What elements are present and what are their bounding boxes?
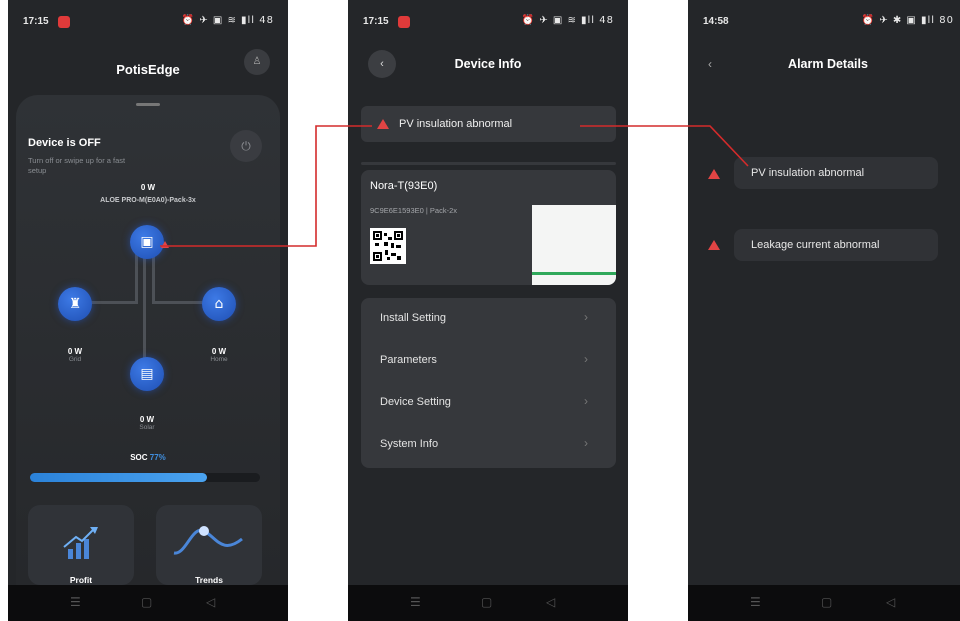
alarm-item-text: Leakage current abnormal: [751, 239, 880, 251]
trends-card-label: Trends: [195, 575, 223, 585]
menu-item-system-info[interactable]: System Info ›: [361, 424, 616, 466]
app-notification-icon: [58, 16, 70, 28]
device-info-screen: 17:15 ⏰ ✈ ▣ ≋ ▮ll 48 ‹ Device Info PV in…: [348, 0, 628, 621]
home-label: Home: [210, 356, 228, 363]
home-screen: 17:15 ⏰ ✈ ▣ ≋ ▮ll 48 PotisEdge ♙ Device …: [8, 0, 288, 621]
status-icons: ⏰ ✈ ▣ ≋ ▮ll 48: [521, 15, 614, 26]
flow-line-vertical: [143, 253, 146, 373]
qr-code-icon: [370, 228, 406, 264]
warning-icon: [161, 241, 169, 248]
warning-icon: [377, 119, 389, 129]
soc-bar: [30, 473, 260, 482]
chevron-right-icon: ›: [584, 436, 588, 450]
flow-line-left: [135, 253, 138, 303]
menu-nav-icon[interactable]: ☰: [410, 595, 421, 609]
alarm-item[interactable]: Leakage current abnormal: [734, 229, 938, 261]
menu-item-label: Device Setting: [380, 396, 451, 408]
home-value: 0 W: [211, 347, 227, 356]
home-nav-icon[interactable]: ▢: [821, 595, 832, 609]
system-nav-bar: ☰ ▢ ◁: [348, 585, 628, 621]
alarm-details-screen: 14:58 ⏰ ✈ ✱ ▣ ▮ll 80 ‹ Alarm Details PV …: [688, 0, 960, 621]
flow-line-home: [152, 301, 204, 304]
divider: [361, 162, 616, 165]
back-nav-icon[interactable]: ◁: [886, 595, 895, 609]
menu-item-install-setting[interactable]: Install Setting ›: [361, 298, 616, 340]
home-icon[interactable]: ⌂: [202, 287, 236, 321]
grid-stat: 0 W Grid: [50, 347, 100, 363]
device-sheet[interactable]: Device is OFF Turn off or swipe up for a…: [16, 95, 280, 585]
menu-item-label: Install Setting: [380, 312, 447, 324]
soc-bar-fill: [30, 473, 208, 482]
grid-value: 0 W: [67, 347, 83, 356]
power-icon[interactable]: ⏻: [230, 130, 262, 162]
page-title: Device Info: [454, 57, 522, 71]
alarm-banner-text: PV insulation abnormal: [399, 118, 513, 130]
soc-value: 77%: [149, 453, 166, 462]
solar-value: 0 W: [139, 415, 155, 424]
home-nav-icon[interactable]: ▢: [481, 595, 492, 609]
alarm-item-text: PV insulation abnormal: [751, 167, 865, 179]
settings-menu: Install Setting › Parameters › Device Se…: [361, 298, 616, 468]
flow-line-grid: [86, 301, 138, 304]
status-bar: 14:58 ⏰ ✈ ✱ ▣ ▮ll 80: [688, 12, 960, 32]
chevron-right-icon: ›: [584, 310, 588, 324]
menu-item-device-setting[interactable]: Device Setting ›: [361, 382, 616, 424]
profit-card[interactable]: Profit: [28, 505, 134, 585]
status-bar: 17:15 ⏰ ✈ ▣ ≋ ▮ll 48: [348, 12, 628, 32]
grid-label: Grid: [68, 356, 82, 363]
menu-nav-icon[interactable]: ☰: [70, 595, 81, 609]
device-name: Nora-T(93E0): [370, 180, 438, 192]
page-title: Alarm Details: [788, 57, 868, 71]
back-nav-icon[interactable]: ◁: [546, 595, 555, 609]
sheet-handle[interactable]: [136, 103, 160, 106]
status-time: 17:15: [23, 16, 49, 27]
device-hint: Turn off or swipe up for a fast setup: [28, 156, 126, 175]
solar-label: Solar: [139, 424, 155, 431]
warning-icon: [708, 169, 720, 179]
device-image: [532, 205, 616, 285]
chevron-right-icon: ›: [584, 394, 588, 408]
soc-label: SOC: [130, 453, 148, 462]
grid-tower-icon[interactable]: ♜: [58, 287, 92, 321]
device-power: 0 W: [140, 183, 156, 192]
flow-line-right: [152, 253, 155, 303]
trends-card[interactable]: Trends: [156, 505, 262, 585]
status-icons: ⏰ ✈ ✱ ▣ ▮ll 80: [861, 15, 954, 26]
solar-stat: 0 W Solar: [122, 415, 172, 431]
status-time: 17:15: [363, 16, 389, 27]
chevron-right-icon: ›: [584, 352, 588, 366]
system-nav-bar: ☰ ▢ ◁: [688, 585, 960, 621]
device-serial: 9C9E6E1593E0 | Pack-2x: [370, 206, 458, 215]
inverter-node-icon[interactable]: ▣: [130, 225, 164, 259]
system-nav-bar: ☰ ▢ ◁: [8, 585, 288, 621]
status-time: 14:58: [703, 16, 729, 27]
device-state: Device is OFF: [28, 137, 101, 149]
status-icons: ⏰ ✈ ▣ ≋ ▮ll 48: [181, 15, 274, 26]
menu-nav-icon[interactable]: ☰: [750, 595, 761, 609]
alarm-item[interactable]: PV insulation abnormal: [734, 157, 938, 189]
app-notification-icon: [398, 16, 410, 28]
solar-panel-icon[interactable]: ▤: [130, 357, 164, 391]
menu-item-label: System Info: [380, 438, 439, 450]
warning-icon: [708, 240, 720, 250]
back-nav-icon[interactable]: ◁: [206, 595, 215, 609]
profit-chart-icon: [63, 527, 98, 559]
profit-card-label: Profit: [69, 575, 93, 585]
trends-wave-icon: [173, 526, 243, 555]
soc-readout: SOC 77%: [16, 453, 280, 462]
alarm-banner[interactable]: PV insulation abnormal: [361, 106, 616, 142]
status-bar: 17:15 ⏰ ✈ ▣ ≋ ▮ll 48: [8, 12, 288, 32]
home-nav-icon[interactable]: ▢: [141, 595, 152, 609]
user-icon[interactable]: ♙: [244, 49, 270, 75]
home-stat: 0 W Home: [194, 347, 244, 363]
menu-item-parameters[interactable]: Parameters ›: [361, 340, 616, 382]
device-card[interactable]: Nora-T(93E0) 9C9E6E1593E0 | Pack-2x: [361, 170, 616, 285]
menu-item-label: Parameters: [380, 354, 437, 366]
device-model: ALOE PRO-M(E0A0)-Pack-3x: [100, 197, 196, 204]
